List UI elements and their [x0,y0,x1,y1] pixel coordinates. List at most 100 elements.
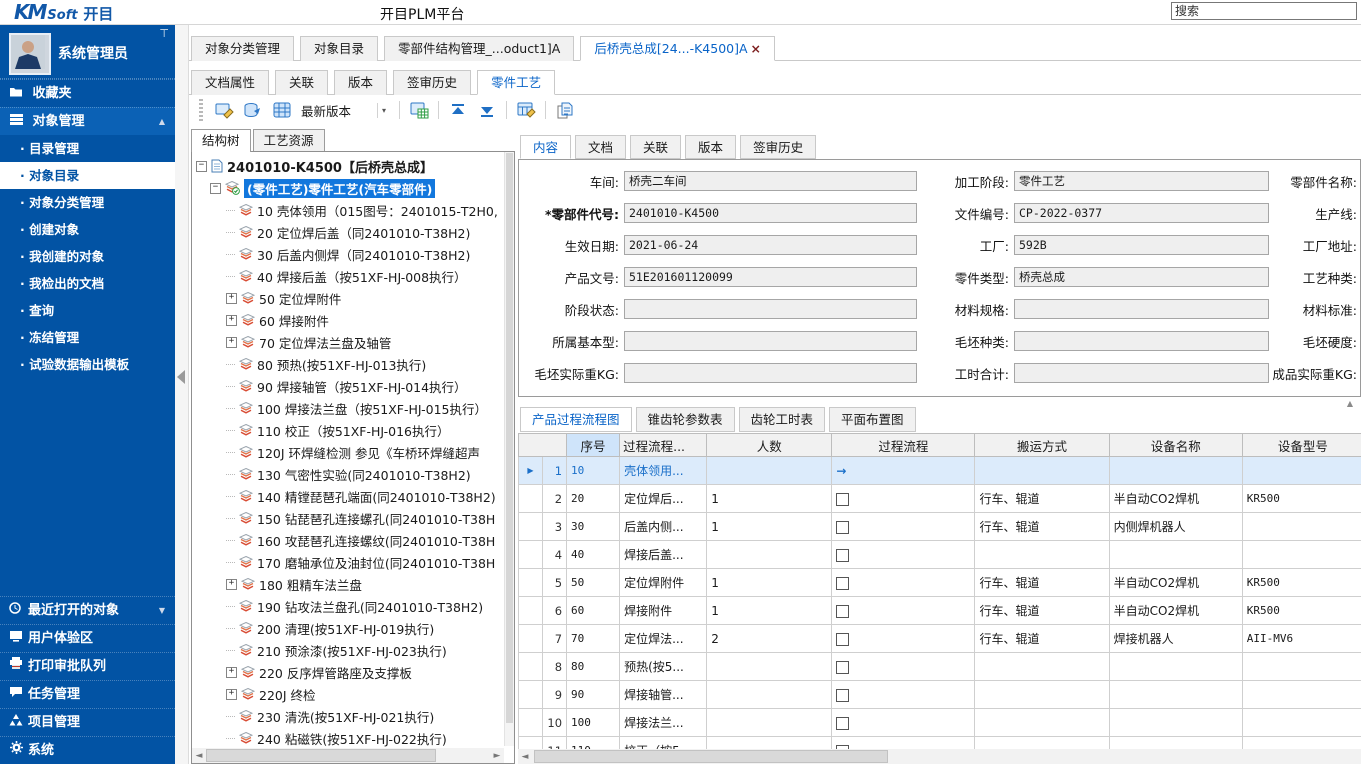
scrollbar-thumb[interactable] [534,750,888,763]
expand-icon[interactable]: + [226,667,237,678]
expand-icon[interactable]: + [226,315,237,326]
cell-carry[interactable]: 行车、辊道 [975,485,1109,513]
cell-xuhao[interactable]: 90 [567,681,620,709]
tree-node-label[interactable]: 220 反序焊管路座及支撑板 [259,663,412,682]
cell-xuhao[interactable]: 10 [567,457,620,485]
doc-tab-1[interactable]: 关联 [275,70,328,95]
cell-process-name[interactable]: 后盖内侧... [620,513,707,541]
checkbox[interactable] [836,521,849,534]
field-input[interactable] [1014,331,1269,351]
workspace-tab-3[interactable]: 后桥壳总成[24...-K4500]A× [580,36,775,61]
workspace-tab-2[interactable]: 零部件结构管理_...oduct1]A [384,36,574,61]
collapse-to-bottom-icon[interactable] [477,100,497,120]
scroll-left-icon[interactable]: ◄ [192,751,206,761]
table-row[interactable]: 440焊接后盖... [519,541,1361,569]
cell-carry[interactable]: 行车、辊道 [975,625,1109,653]
cell-device[interactable] [1109,709,1242,737]
cell-xuhao[interactable]: 80 [567,653,620,681]
cell-model[interactable]: KR500 [1242,597,1361,625]
sidebar-item-1[interactable]: · 对象目录 [0,162,175,189]
cell-flow[interactable] [832,513,975,541]
sidebar-collapse-strip[interactable] [175,25,189,764]
chevron-down-icon[interactable]: ▾ [377,103,390,118]
sidebar-item-2[interactable]: · 对象分类管理 [0,189,175,216]
tree-node-label[interactable]: 120J 环焊缝检测 参见《车桥环焊缝超声 [257,443,480,462]
table-row[interactable]: 990焊接轴管... [519,681,1361,709]
cell-device[interactable] [1109,457,1242,485]
cell-model[interactable] [1242,541,1361,569]
detail-tab-1[interactable]: 文档 [575,135,626,159]
tree-tab-0[interactable]: 结构树 [191,129,251,152]
cell-device[interactable]: 半自动CO2焊机 [1109,597,1242,625]
cell-people[interactable]: 1 [707,569,832,597]
edit-object-icon[interactable] [214,100,234,120]
table-row[interactable]: 550定位焊附件1行车、辊道半自动CO2焊机KR500 [519,569,1361,597]
cell-flow[interactable] [832,541,975,569]
collapse-left-icon[interactable] [177,370,185,384]
cell-device[interactable] [1109,681,1242,709]
checkbox[interactable] [836,577,849,590]
scroll-right-icon[interactable]: ► [490,751,504,761]
field-input[interactable]: 51E201601120099 [624,267,917,287]
checkbox[interactable] [836,689,849,702]
cell-flow[interactable] [832,597,975,625]
checkbox[interactable] [836,605,849,618]
cell-xuhao[interactable]: 20 [567,485,620,513]
sidebar-item-printer[interactable]: 打印审批队列 [0,652,175,680]
cell-flow[interactable] [832,569,975,597]
cell-people[interactable] [707,457,832,485]
cell-carry[interactable] [975,681,1109,709]
field-input[interactable]: 2021-06-24 [624,235,917,255]
field-input[interactable] [624,299,917,319]
sidebar-item-0[interactable]: · 目录管理 [0,135,175,162]
sidebar-item-task[interactable]: 任务管理 [0,680,175,708]
cell-flow[interactable] [832,653,975,681]
database-sync-icon[interactable] [243,100,263,120]
field-input[interactable] [624,363,917,383]
expand-icon[interactable]: + [226,689,237,700]
checkbox[interactable] [836,661,849,674]
cell-people[interactable] [707,709,832,737]
cell-carry[interactable] [975,457,1109,485]
tree-node-label[interactable]: 210 预涂漆(按51XF-HJ-023执行) [257,641,447,660]
table-row[interactable]: 770定位焊法...2行车、辊道焊接机器人AII-MV6 [519,625,1361,653]
checkbox[interactable] [836,549,849,562]
tree-node-label[interactable]: 50 定位焊附件 [259,289,341,308]
cell-model[interactable] [1242,681,1361,709]
table-row[interactable]: 10100焊接法兰... [519,709,1361,737]
detail-tab-3[interactable]: 版本 [685,135,736,159]
cell-xuhao[interactable]: 30 [567,513,620,541]
tree-node-label[interactable]: 90 焊接轴管（按51XF-HJ-014执行） [257,377,467,396]
tree-node-label[interactable]: 150 钻琵琶孔连接螺孔(同2401010-T38H [257,509,495,528]
close-icon[interactable]: × [751,41,761,56]
sidebar-item-5[interactable]: · 我检出的文档 [0,270,175,297]
sidebar-item-gear[interactable]: 系统 [0,736,175,764]
checkbox[interactable] [836,717,849,730]
cell-model[interactable] [1242,709,1361,737]
tree-node-label[interactable]: 2401010-K4500【后桥壳总成】 [227,157,433,176]
cell-process-name[interactable]: 定位焊附件 [620,569,707,597]
detail-tab-2[interactable]: 关联 [630,135,681,159]
cell-device[interactable]: 焊接机器人 [1109,625,1242,653]
field-input[interactable] [1014,363,1269,383]
workspace-tab-0[interactable]: 对象分类管理 [191,36,294,61]
sidebar-item-4[interactable]: · 我创建的对象 [0,243,175,270]
cell-process-name[interactable]: 焊接后盖... [620,541,707,569]
scrollbar-thumb[interactable] [506,153,513,723]
doc-tab-0[interactable]: 文档属性 [191,70,269,95]
table-row[interactable]: 330后盖内侧...1行车、辊道内侧焊机器人 [519,513,1361,541]
cell-flow[interactable] [832,625,975,653]
tree-node-label[interactable]: 240 粘磁铁(按51XF-HJ-022执行) [257,729,447,748]
column-header[interactable]: 设备型号 [1242,434,1361,457]
cell-people[interactable]: 1 [707,513,832,541]
cell-device[interactable] [1109,541,1242,569]
cell-flow[interactable]: → [832,457,975,485]
cell-process-name[interactable]: 预热(按5... [620,653,707,681]
expand-icon[interactable]: + [226,337,237,348]
cell-device[interactable]: 半自动CO2焊机 [1109,569,1242,597]
cell-carry[interactable] [975,653,1109,681]
tree-node-label[interactable]: 140 精镗琵琶孔端面(同2401010-T38H2) [257,487,496,506]
sidebar-item-monitor[interactable]: 用户体验区 [0,624,175,652]
sidebar-item-3[interactable]: · 创建对象 [0,216,175,243]
sidebar-item-recent[interactable]: 最近打开的对象▼ [0,596,175,624]
